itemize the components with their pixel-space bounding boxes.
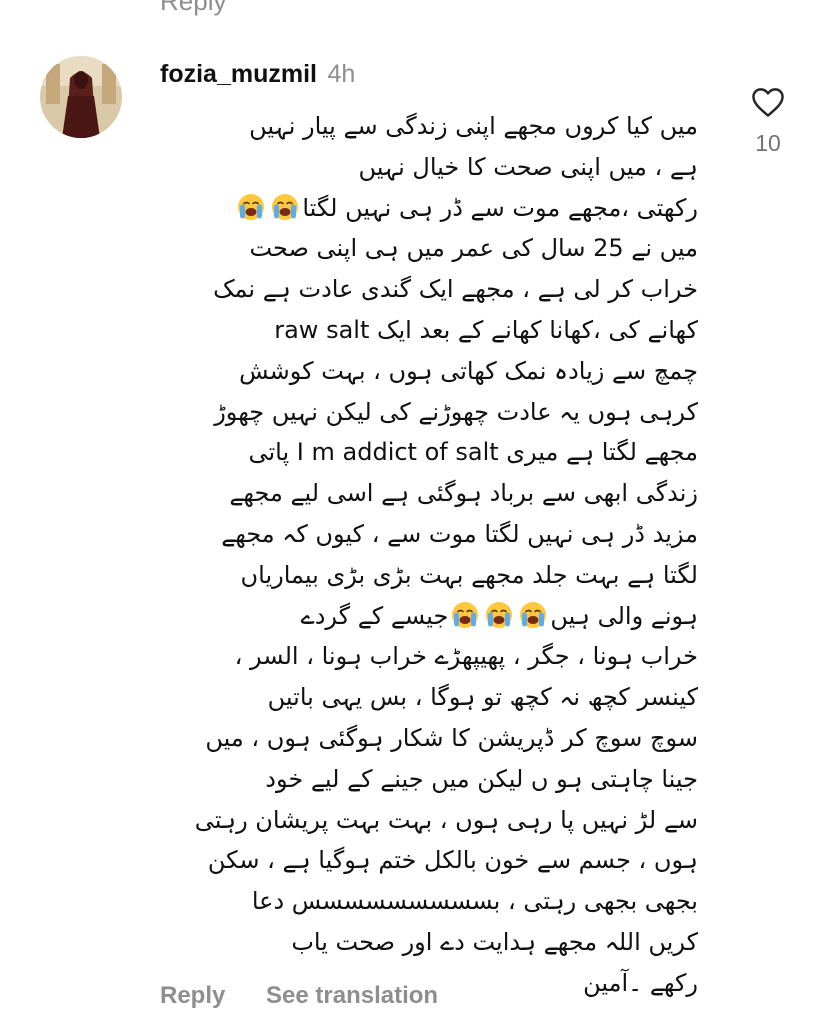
- comment-line: ہے ، میں اپنی صحت کا خیال نہیں: [156, 147, 699, 188]
- comment-text-segment: بجھی بجھی رہتی ، بسسسسسسسسس دعا: [251, 887, 698, 916]
- comment-line: چمچ سے زیادہ نمک کھاتی ہوں ، بہت کوشش: [156, 351, 698, 392]
- comment-line: ہونے والی ہیں جیسے کے گردے: [156, 596, 698, 637]
- comment-text-segment: لگتا ہے بہت جلد مجھے بہت بڑی بڑی بیماریا…: [240, 560, 698, 589]
- comment-line: جینا چاہتی ہو ں لیکن میں جینے کے لیے خود: [156, 759, 698, 800]
- comment-text-segment: میں نے 25 سال کی عمر میں ہی اپنی صحت: [249, 234, 698, 263]
- loudly-crying-face-emoji: [484, 600, 514, 630]
- comment-line: کریں اللہ مجھے ہدایت دے اور صحت یاب: [156, 922, 698, 963]
- reply-button[interactable]: Reply: [160, 982, 225, 1009]
- loudly-crying-face-emoji: [270, 192, 300, 222]
- comment-line: لگتا ہے بہت جلد مجھے بہت بڑی بڑی بیماریا…: [156, 555, 698, 596]
- comment-line: ہوں ، جسم سے خون بالکل ختم ہوگیا ہے ، سک…: [156, 840, 698, 881]
- comment-text-segment: خراب کر لی ہے ، مجھے ایک گندی عادت ہے نم…: [213, 275, 698, 304]
- comment-text-segment: سوچ سوچ کر ڈپریشن کا شکار ہوگئی ہوں ، می…: [205, 723, 698, 752]
- comment-timestamp: 4h: [327, 60, 356, 88]
- comment-line: زندگی ابھی سے برباد ہوگئی ہے اسی لیے مجھ…: [156, 473, 698, 514]
- comment-actions: Reply See translation: [160, 982, 438, 1010]
- comment-text-segment: میں کیا کروں مجھے اپنی زندگی سے پیار نہی…: [249, 112, 698, 140]
- loudly-crying-face-emoji: [518, 600, 548, 630]
- comment-text-segment: چمچ سے زیادہ نمک کھاتی ہوں ، بہت کوشش: [239, 356, 698, 385]
- comment-text-segment: رکھے ۔آمین: [583, 968, 698, 997]
- comment-header: fozia_muzmil 4h: [160, 60, 355, 89]
- comment-text-segment: کھانے کی ،کھانا کھانے کے بعد ایک raw sal…: [274, 315, 698, 344]
- comment-line: کرہی ہوں یہ عادت چھوڑنے کی لیکن نہیں چھو…: [156, 392, 698, 433]
- comment-text-segment: کینسر کچھ نہ کچھ تو ہوگا ، بس یہی باتیں: [267, 683, 698, 712]
- comment-text-segment: جیسے کے گردے: [300, 601, 449, 630]
- comment-text-segment: ہوں ، جسم سے خون بالکل ختم ہوگیا ہے ، سک…: [207, 846, 698, 875]
- comment-text-segment: جینا چاہتی ہو ں لیکن میں جینے کے لیے خود: [265, 764, 698, 793]
- comment-line: خراب کر لی ہے ، مجھے ایک گندی عادت ہے نم…: [156, 269, 698, 310]
- comment-line: بجھی بجھی رہتی ، بسسسسسسسسس دعا: [156, 881, 698, 922]
- comment-text-segment: کرہی ہوں یہ عادت چھوڑنے کی لیکن نہیں چھو…: [214, 397, 698, 426]
- loudly-crying-face-emoji: [450, 600, 480, 630]
- comment-text-segment: ہے ، میں اپنی صحت کا خیال نہیں: [358, 152, 699, 181]
- comment-line: مزید ڈر ہی نہیں لگتا موت سے ، کیوں کہ مج…: [156, 514, 698, 555]
- comment-text-segment: کریں اللہ مجھے ہدایت دے اور صحت یاب: [291, 927, 698, 956]
- comment-text-segment: سے لڑ نہیں پا رہی ہوں ، بہت بہت پریشان ر…: [194, 805, 698, 834]
- comment-line: میں نے 25 سال کی عمر میں ہی اپنی صحت: [156, 228, 698, 269]
- comment-text-segment: خراب ہونا ، جگر ، پھیپھڑے خراب ہونا ، ال…: [234, 642, 698, 671]
- like-count: 10: [755, 130, 781, 156]
- comment-line: رکھتی ،مجھے موت سے ڈر ہی نہیں لگتا: [156, 188, 698, 229]
- previous-reply-link[interactable]: Reply: [160, 0, 226, 17]
- username-link[interactable]: fozia_muzmil: [160, 60, 317, 88]
- comment-line: کینسر کچھ نہ کچھ تو ہوگا ، بس یہی باتیں: [156, 677, 698, 718]
- see-translation-button[interactable]: See translation: [266, 982, 438, 1009]
- comment-line: خراب ہونا ، جگر ، پھیپھڑے خراب ہونا ، ال…: [156, 636, 698, 677]
- comment-line: سے لڑ نہیں پا رہی ہوں ، بہت بہت پریشان ر…: [156, 800, 698, 841]
- comment-line: میں کیا کروں مجھے اپنی زندگی سے پیار نہی…: [156, 106, 698, 147]
- comment-text-segment: مزید ڈر ہی نہیں لگتا موت سے ، کیوں کہ مج…: [221, 519, 698, 548]
- comment-line: سوچ سوچ کر ڈپریشن کا شکار ہوگئی ہوں ، می…: [156, 718, 698, 759]
- comment-text-segment: زندگی ابھی سے برباد ہوگئی ہے اسی لیے مجھ…: [229, 479, 698, 508]
- avatar[interactable]: [40, 56, 122, 138]
- like-area: 10: [746, 86, 790, 157]
- loudly-crying-face-emoji: [236, 192, 266, 222]
- comment-line: کھانے کی ،کھانا کھانے کے بعد ایک raw sal…: [156, 310, 698, 351]
- comment-text-segment: ہونے والی ہیں: [550, 601, 698, 630]
- comment-text-segment: رکھتی ،مجھے موت سے ڈر ہی نہیں لگتا: [302, 193, 698, 222]
- comment-text-segment: مجھے لگتا ہے میری I m addict of salt پات…: [248, 438, 698, 467]
- comment-text: میں کیا کروں مجھے اپنی زندگی سے پیار نہی…: [156, 106, 698, 1004]
- heart-outline-icon[interactable]: [746, 86, 790, 118]
- avatar-image: [40, 56, 122, 138]
- comment-line: مجھے لگتا ہے میری I m addict of salt پات…: [156, 432, 698, 473]
